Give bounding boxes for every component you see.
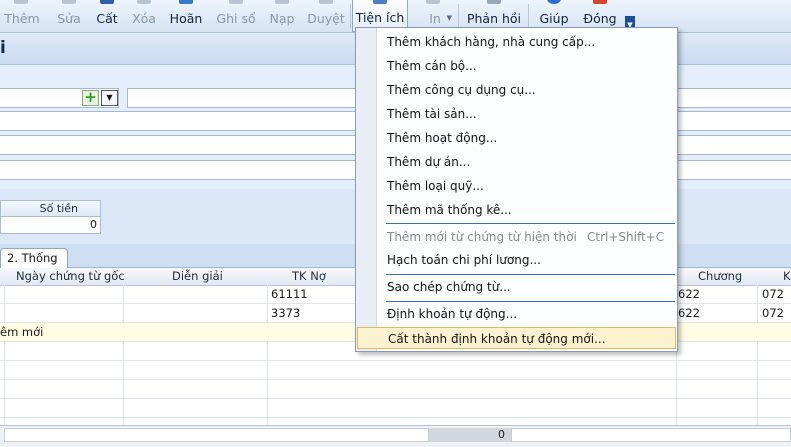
load-icon	[275, 0, 289, 4]
menu-item-save-as-auto-entry[interactable]: Cất thành định khoản tự động mới...	[357, 327, 676, 349]
tab-statistics[interactable]: 2. Thống kê	[0, 248, 68, 283]
menu-item-label: Định khoản tự động...	[387, 307, 518, 321]
undo-icon	[179, 0, 193, 4]
table-row[interactable]	[0, 399, 791, 418]
table-row[interactable]	[0, 361, 791, 380]
menu-separator	[386, 274, 675, 275]
undo-button[interactable]: Hoãn	[166, 0, 206, 32]
print-label: In	[429, 11, 441, 26]
utilities-label: Tiện ích	[355, 10, 405, 25]
menu-item-add-stat-code[interactable]: Thêm mã thống kê...	[357, 199, 676, 221]
edit-button[interactable]: Sửa	[52, 0, 86, 32]
edit-label: Sửa	[57, 11, 81, 26]
col-debit-account[interactable]: TK Nợ	[292, 269, 326, 283]
menu-item-copy-voucher[interactable]: Sao chép chứng từ...	[357, 276, 676, 298]
load-label: Nạp	[269, 11, 295, 26]
post-icon	[229, 0, 243, 4]
feedback-icon	[487, 0, 501, 4]
save-icon	[100, 0, 114, 4]
page-title: i	[0, 38, 6, 58]
toolbar-separator	[350, 4, 351, 28]
feedback-label: Phản hồi	[466, 11, 522, 26]
new-row-label: êm mới	[0, 325, 44, 339]
delete-icon	[137, 0, 151, 4]
add-button[interactable]: Thêm	[2, 0, 42, 32]
amount-header: Số tiền	[0, 200, 101, 217]
col-chapter[interactable]: Chương	[698, 269, 742, 283]
col-original-date[interactable]: Ngày chứng từ gốc	[16, 269, 125, 283]
menu-item-label: Thêm dự án...	[387, 155, 471, 169]
undo-label: Hoãn	[169, 11, 203, 26]
menu-item-label: Hạch toán chi phí lương...	[387, 253, 541, 267]
menu-item-label: Thêm hoạt động...	[387, 131, 498, 145]
print-dropdown-icon[interactable]: ▼	[447, 14, 452, 22]
toolbar-separator	[528, 4, 529, 28]
menu-separator	[386, 301, 675, 302]
menu-item-salary-costing[interactable]: Hạch toán chi phí lương...	[357, 249, 676, 271]
post-button[interactable]: Ghi sổ	[214, 0, 258, 32]
menu-item-label: Thêm mã thống kê...	[387, 203, 512, 217]
menu-item-add-activity[interactable]: Thêm hoạt động...	[357, 127, 676, 149]
menu-item-auto-entry[interactable]: Định khoản tự động...	[357, 303, 676, 325]
footer-cell	[4, 428, 429, 442]
post-label: Ghi sổ	[216, 11, 256, 26]
tools-icon	[373, 0, 387, 4]
add-icon	[14, 0, 28, 4]
utilities-menu: Thêm khách hàng, nhà cung cấp... Thêm cá…	[355, 27, 678, 352]
help-icon	[547, 0, 561, 4]
footer-cell	[511, 428, 791, 442]
grid-footer: 0	[0, 425, 791, 447]
menu-item-label: Thêm cán bộ...	[387, 59, 477, 73]
menu-item-add-asset[interactable]: Thêm tài sản...	[357, 103, 676, 125]
menu-item-new-from-current[interactable]: Thêm mới từ chứng từ hiện thời Ctrl+Shif…	[357, 226, 676, 248]
print-icon	[426, 0, 440, 4]
object-dropdown-icon[interactable]: ▼	[101, 90, 118, 106]
menu-item-label: Thêm khách hàng, nhà cung cấp...	[387, 35, 596, 49]
cell-debit-account[interactable]: 3373	[271, 306, 300, 320]
cell-k[interactable]: 072	[762, 306, 784, 320]
help-label: Giúp	[539, 11, 569, 26]
col-description[interactable]: Diễn giải	[172, 269, 223, 283]
menu-item-label: Thêm loại quỹ...	[387, 179, 484, 193]
table-row[interactable]	[0, 380, 791, 399]
approve-label: Duyệt	[307, 11, 345, 26]
cell-chapter[interactable]: 622	[678, 306, 700, 320]
menu-item-label: Thêm công cụ dụng cụ...	[387, 83, 536, 97]
delete-label: Xóa	[132, 11, 156, 26]
save-label: Cất	[96, 11, 118, 26]
menu-separator	[386, 223, 675, 224]
cell-k[interactable]: 072	[762, 287, 784, 301]
menu-item-label: Sao chép chứng từ...	[387, 280, 511, 294]
cell-chapter[interactable]: 622	[678, 287, 700, 301]
amount-value: 0	[0, 217, 101, 234]
menu-item-add-staff[interactable]: Thêm cán bộ...	[357, 55, 676, 77]
menu-item-add-fund-type[interactable]: Thêm loại quỹ...	[357, 175, 676, 197]
add-object-icon[interactable]: +	[82, 90, 99, 106]
menu-item-label: Cất thành định khoản tự động mới...	[388, 332, 606, 346]
close-label: Đóng	[583, 11, 617, 26]
menu-item-label: Thêm mới từ chứng từ hiện thời	[387, 230, 577, 244]
cell-debit-account[interactable]: 61111	[271, 287, 308, 301]
menu-item-add-project[interactable]: Thêm dự án...	[357, 151, 676, 173]
menu-item-shortcut: Ctrl+Shift+C	[587, 230, 665, 244]
close-icon	[593, 0, 607, 4]
save-button[interactable]: Cất	[92, 0, 122, 32]
approve-button[interactable]: Duyệt	[306, 0, 346, 32]
menu-item-add-tool[interactable]: Thêm công cụ dụng cụ...	[357, 79, 676, 101]
delete-button[interactable]: Xóa	[128, 0, 160, 32]
col-k[interactable]: K	[783, 269, 791, 283]
load-button[interactable]: Nạp	[266, 0, 298, 32]
approve-icon	[319, 0, 333, 4]
footer-total: 0	[498, 428, 505, 441]
add-label: Thêm	[4, 11, 40, 26]
toolbar-separator	[458, 4, 459, 28]
menu-item-label: Thêm tài sản...	[387, 107, 477, 121]
menu-item-add-customer[interactable]: Thêm khách hàng, nhà cung cấp...	[357, 31, 676, 53]
edit-icon	[62, 0, 76, 4]
